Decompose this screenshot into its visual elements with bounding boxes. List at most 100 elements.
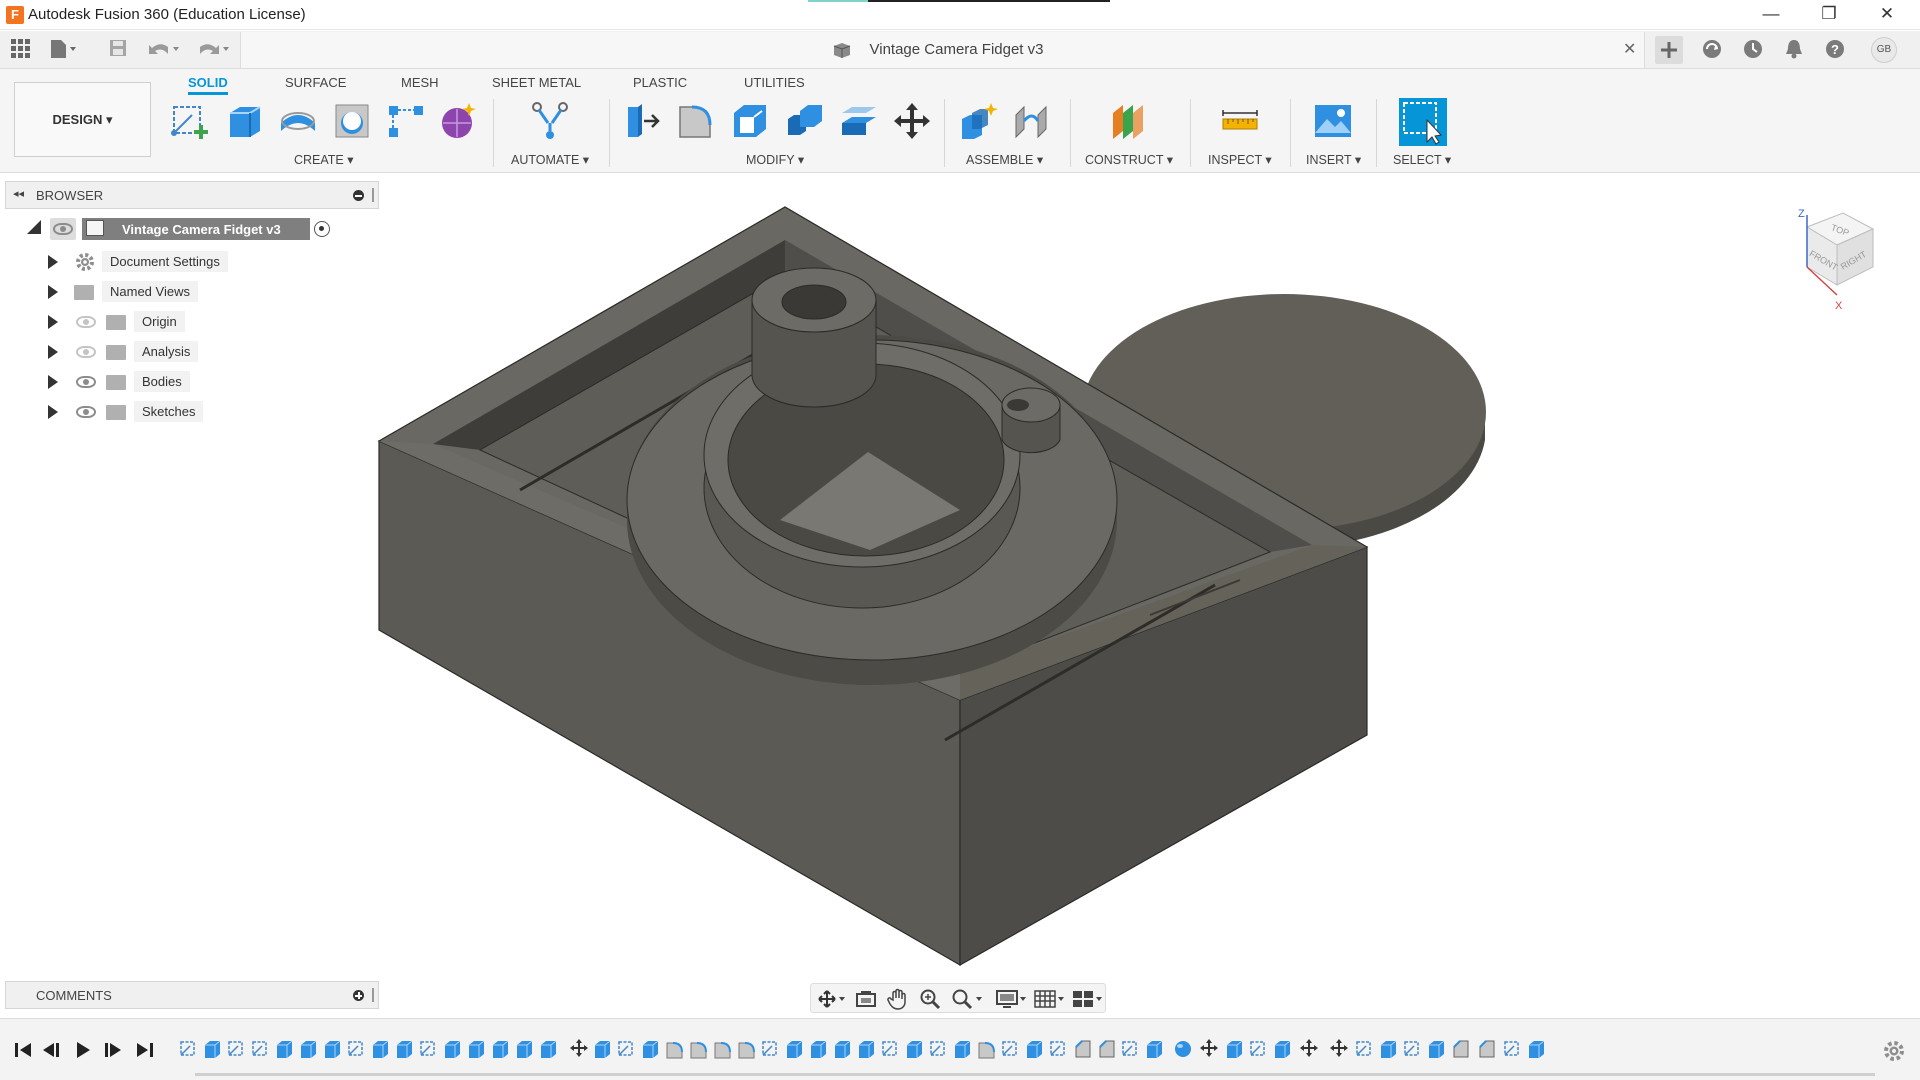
joint-icon[interactable] [1012, 101, 1052, 141]
help-icon[interactable]: ? [1823, 38, 1847, 62]
redo-icon[interactable] [196, 38, 232, 62]
extrude-icon[interactable] [224, 101, 264, 141]
tree-expand-icon[interactable] [48, 345, 58, 359]
root-visibility-icon[interactable] [50, 218, 76, 240]
viewports-icon[interactable] [1071, 988, 1105, 1010]
root-component-label: Vintage Camera Fidget v3 [122, 222, 281, 237]
collapse-browser-icon[interactable]: ◂◂ [13, 187, 24, 200]
tree-item-document-settings[interactable]: Document Settings [102, 251, 228, 272]
ribbon-separator [493, 99, 494, 167]
add-comment-icon[interactable] [353, 990, 364, 1001]
zoom-icon[interactable] [919, 988, 941, 1010]
move-copy-icon[interactable] [892, 101, 932, 141]
save-icon[interactable] [106, 38, 130, 62]
tree-expand-icon[interactable] [48, 255, 58, 269]
minimize-button[interactable]: — [1742, 0, 1800, 30]
create-form-icon[interactable] [438, 101, 478, 141]
hidden-eye-icon[interactable] [76, 346, 96, 358]
tab-surface[interactable]: SURFACE [285, 75, 346, 90]
visibility-eye-icon[interactable] [76, 376, 96, 388]
browser-minimize-icon[interactable] [353, 190, 364, 201]
rectangular-pattern-icon[interactable] [386, 101, 426, 141]
look-at-icon[interactable] [855, 989, 877, 1009]
insert-image-icon[interactable] [1313, 101, 1353, 141]
fit-zoom-window-icon[interactable] [951, 988, 985, 1010]
browser-resize-handle[interactable] [372, 188, 374, 202]
fillet-icon[interactable] [676, 101, 716, 141]
construct-group-label[interactable]: CONSTRUCT ▾ [1085, 152, 1173, 167]
comments-resize-handle[interactable] [372, 988, 374, 1002]
go-to-start-icon[interactable] [12, 1039, 34, 1061]
tree-item-named-views[interactable]: Named Views [102, 281, 198, 302]
document-tab[interactable]: Vintage Camera Fidget v3 ✕ [240, 32, 1645, 68]
tab-plastic[interactable]: PLASTIC [633, 75, 687, 90]
browser-panel-header[interactable]: ◂◂ BROWSER [5, 181, 379, 209]
tree-collapse-root-icon[interactable] [27, 220, 41, 234]
create-group-label[interactable]: CREATE ▾ [294, 152, 354, 167]
timeline-settings-gear-icon[interactable] [1882, 1039, 1906, 1063]
offset-face-icon[interactable] [838, 101, 878, 141]
file-menu-icon[interactable] [48, 38, 76, 62]
notifications-bell-icon[interactable] [1782, 38, 1806, 62]
step-forward-icon[interactable] [102, 1039, 124, 1061]
grid-settings-icon[interactable] [1033, 988, 1067, 1010]
automate-icon[interactable] [530, 101, 570, 141]
automate-group-label[interactable]: AUTOMATE ▾ [511, 152, 589, 167]
tab-utilities[interactable]: UTILITIES [744, 75, 805, 90]
offset-plane-icon[interactable] [1109, 101, 1149, 141]
timeline-features[interactable] [178, 1037, 1868, 1065]
fusion-logo-icon: F [6, 6, 24, 24]
pan-hand-icon[interactable] [887, 988, 909, 1010]
measure-icon[interactable] [1220, 101, 1260, 141]
activate-component-icon[interactable] [314, 221, 330, 237]
modify-group-label[interactable]: MODIFY ▾ [746, 152, 804, 167]
tab-mesh[interactable]: MESH [401, 75, 439, 90]
ribbon-separator [1070, 99, 1071, 167]
tree-item-bodies[interactable]: Bodies [134, 371, 190, 392]
inspect-group-label[interactable]: INSPECT ▾ [1208, 152, 1272, 167]
tree-item-origin[interactable]: Origin [134, 311, 185, 332]
new-tab-plus-icon[interactable] [1655, 36, 1683, 64]
orbit-icon[interactable] [817, 989, 847, 1009]
close-document-tab-button[interactable]: ✕ [1623, 39, 1636, 59]
root-component-row[interactable]: Vintage Camera Fidget v3 [82, 218, 310, 240]
assemble-group-label[interactable]: ASSEMBLE ▾ [966, 152, 1043, 167]
tree-expand-icon[interactable] [48, 285, 58, 299]
close-window-button[interactable]: ✕ [1858, 0, 1916, 30]
component-box-icon [86, 220, 104, 236]
revolve-icon[interactable] [278, 101, 318, 141]
visibility-eye-icon[interactable] [76, 406, 96, 418]
new-component-icon[interactable] [958, 101, 998, 141]
hidden-eye-icon[interactable] [76, 316, 96, 328]
tree-expand-icon[interactable] [48, 315, 58, 329]
restore-button[interactable]: ❐ [1800, 0, 1858, 30]
viewcube-x-axis-label: X [1835, 300, 1843, 312]
display-settings-icon[interactable] [995, 988, 1029, 1010]
press-pull-icon[interactable] [622, 101, 662, 141]
play-icon[interactable] [72, 1039, 94, 1061]
step-back-icon[interactable] [40, 1039, 62, 1061]
app-grid-icon[interactable] [8, 38, 32, 62]
comments-panel-header[interactable]: COMMENTS [5, 981, 379, 1009]
go-to-end-icon[interactable] [134, 1039, 156, 1061]
hole-icon[interactable] [332, 101, 372, 141]
view-cube[interactable]: TOP FRONT RIGHT Z X [1795, 205, 1885, 315]
tree-expand-icon[interactable] [48, 405, 58, 419]
timeline-scrollbar[interactable] [195, 1073, 1875, 1076]
select-tool-icon[interactable] [1399, 98, 1447, 146]
create-sketch-icon[interactable] [170, 101, 210, 141]
shell-icon[interactable] [730, 101, 770, 141]
combine-icon[interactable] [784, 101, 824, 141]
tree-expand-icon[interactable] [48, 375, 58, 389]
tree-item-analysis[interactable]: Analysis [134, 341, 199, 362]
data-panel-icon[interactable] [1700, 38, 1724, 62]
workspace-switcher[interactable]: DESIGN ▾ [14, 82, 151, 157]
tree-item-sketches[interactable]: Sketches [134, 401, 204, 422]
user-avatar[interactable]: GB [1871, 37, 1897, 63]
job-status-icon[interactable] [1741, 38, 1765, 62]
tab-sheet-metal[interactable]: SHEET METAL [492, 75, 581, 90]
undo-icon[interactable] [146, 38, 182, 62]
select-group-label[interactable]: SELECT ▾ [1393, 152, 1451, 167]
tab-solid[interactable]: SOLID [188, 75, 228, 95]
insert-group-label[interactable]: INSERT ▾ [1306, 152, 1361, 167]
